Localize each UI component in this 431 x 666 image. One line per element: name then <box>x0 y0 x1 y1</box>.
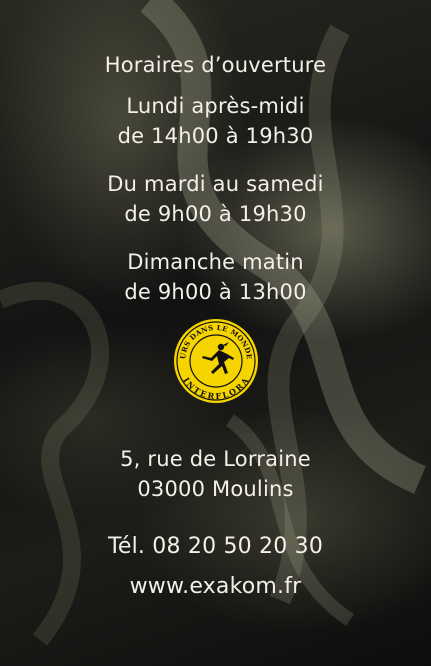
weekday-day: Du mardi au samedi <box>107 172 324 196</box>
address-street: 5, rue de Lorraine <box>120 447 311 471</box>
monday-time: de 14h00 à 19h30 <box>117 124 314 148</box>
sunday-time: de 9h00 à 13h00 <box>124 280 307 304</box>
business-card: Horaires d’ouverture Lundi après-midi de… <box>0 0 431 666</box>
interflora-logo: DES FLEURS DANS LE MONDE ENTIER INTERFLO… <box>173 318 258 403</box>
sunday-day: Dimanche matin <box>127 250 304 274</box>
hours-title: Horaires d’ouverture <box>104 53 327 77</box>
address-city: 03000 Moulins <box>137 477 294 501</box>
weekday-time: de 9h00 à 19h30 <box>124 202 307 226</box>
website-link[interactable]: www.exakom.fr <box>0 571 431 602</box>
monday-day: Lundi après-midi <box>126 94 305 118</box>
phone-number: Tél. 08 20 50 20 30 <box>107 534 324 559</box>
